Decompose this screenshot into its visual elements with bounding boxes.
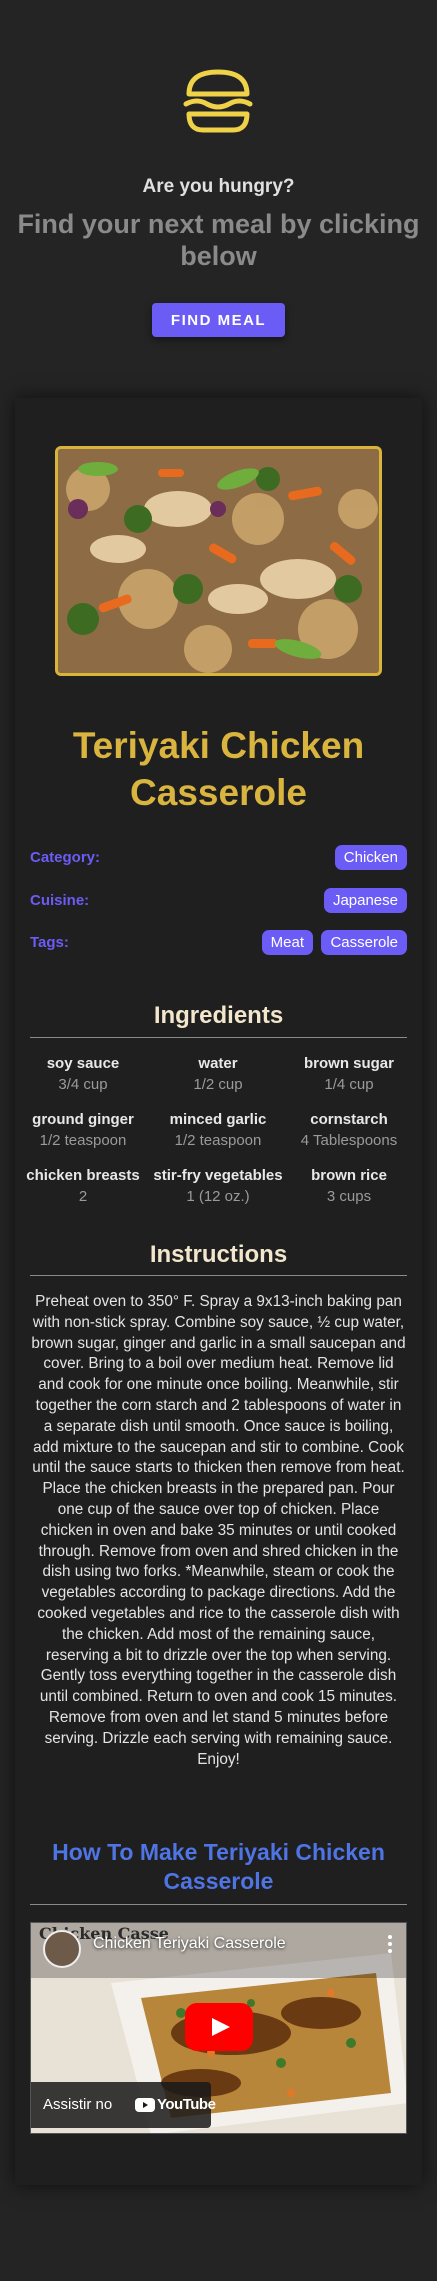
watch-on-youtube-button[interactable]: Assistir no YouTube: [31, 2082, 216, 2128]
cuisine-label: Cuisine:: [30, 892, 90, 909]
ingredient-item: stir-fry vegetables 1 (12 oz.): [153, 1167, 283, 1205]
divider: [30, 1037, 407, 1038]
burger-icon: [183, 69, 253, 133]
find-meal-button[interactable]: FIND MEAL: [152, 303, 285, 337]
meal-title: Teriyaki Chicken Casserole: [72, 725, 365, 813]
video-section-title: How To Make Teriyaki Chicken Casserole: [52, 1839, 385, 1894]
divider: [30, 1904, 407, 1905]
ingredient-item: minced garlic 1/2 teaspoon: [169, 1111, 267, 1149]
ingredients-heading: Ingredients: [153, 1002, 284, 1029]
youtube-wordmark: YouTube: [157, 2096, 216, 2113]
ingredient-item: brown rice 3 cups: [311, 1167, 387, 1205]
ingredient-item: chicken breasts 2: [26, 1167, 140, 1205]
channel-avatar[interactable]: [43, 1930, 81, 1968]
category-badge: Chicken: [334, 845, 407, 870]
instructions-heading: Instructions: [149, 1241, 288, 1268]
ingredient-item: water 1/2 cup: [193, 1055, 243, 1093]
ingredient-item: cornstarch 4 Tablespoons: [300, 1111, 398, 1149]
cuisine-badge: Japanese: [323, 888, 407, 913]
instructions-text: Preheat oven to 350° F. Spray a 9x13-inc…: [31, 1293, 406, 1768]
ingredient-item: ground ginger 1/2 teaspoon: [32, 1111, 134, 1149]
category-label: Category:: [30, 849, 101, 866]
video-title[interactable]: Chicken Teriyaki Casserole: [93, 1935, 286, 1953]
hungry-question: Are you hungry?: [142, 176, 295, 197]
tags-label: Tags:: [30, 934, 69, 951]
meal-card: Teriyaki Chicken Casserole Category: Chi…: [15, 398, 422, 2185]
youtube-logo-icon: [135, 2098, 155, 2112]
hero-section: Are you hungry? Find your next meal by c…: [0, 0, 437, 370]
more-options-icon[interactable]: [388, 1935, 392, 1953]
divider: [30, 1275, 407, 1276]
tag-badge: Meat: [261, 930, 313, 955]
watch-on-label: Assistir no: [43, 2096, 113, 2113]
meal-image: [55, 446, 382, 676]
play-button[interactable]: [185, 2003, 253, 2051]
youtube-video-embed[interactable]: Chicken Casse Chicken Teriyaki Casserole…: [30, 1922, 407, 2134]
hero-subtitle: Find your next meal by clicking below: [17, 209, 420, 271]
ingredient-item: brown sugar 1/4 cup: [303, 1055, 394, 1093]
ingredient-item: soy sauce 3/4 cup: [46, 1055, 120, 1093]
tag-badge: Casserole: [321, 930, 407, 955]
